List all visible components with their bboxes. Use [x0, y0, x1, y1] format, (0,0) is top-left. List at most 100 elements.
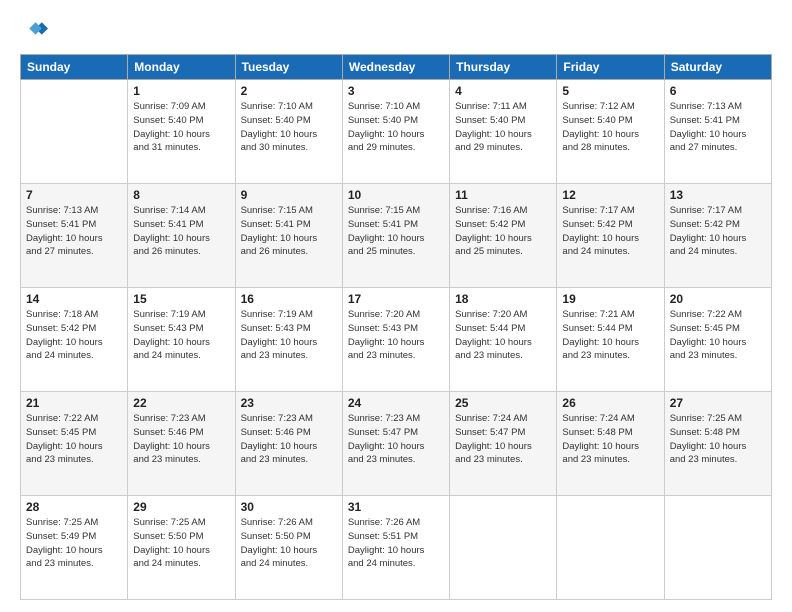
calendar-cell: 16Sunrise: 7:19 AM Sunset: 5:43 PM Dayli…: [235, 288, 342, 392]
day-info: Sunrise: 7:20 AM Sunset: 5:43 PM Dayligh…: [348, 308, 444, 363]
calendar-week-row: 1 Sunrise: 7:09 AM Sunset: 5:40 PM Daylig…: [21, 80, 772, 184]
day-info: Sunrise: 7:25 AM Sunset: 5:48 PM Dayligh…: [670, 412, 766, 467]
calendar-cell: 25Sunrise: 7:24 AM Sunset: 5:47 PM Dayli…: [450, 392, 557, 496]
day-info: Sunrise: 7:17 AM Sunset: 5:42 PM Dayligh…: [670, 204, 766, 259]
calendar-cell: 31Sunrise: 7:26 AM Sunset: 5:51 PM Dayli…: [342, 496, 449, 600]
day-number: 27: [670, 396, 766, 410]
calendar-header-row: SundayMondayTuesdayWednesdayThursdayFrid…: [21, 55, 772, 80]
day-number: 24: [348, 396, 444, 410]
calendar-cell: 22 Sunrise: 7:23 AM Sunset: 5:46 PM Dayli…: [128, 392, 235, 496]
calendar-day-header: Monday: [128, 55, 235, 80]
calendar-cell: 11 Sunrise: 7:16 AM Sunset: 5:42 PM Dayli…: [450, 184, 557, 288]
day-info: Sunrise: 7:13 AM Sunset: 5:41 PM Dayligh…: [26, 204, 122, 259]
calendar-cell: 30 Sunrise: 7:26 AM Sunset: 5:50 PM Dayli…: [235, 496, 342, 600]
day-info: Sunrise: 7:13 AM Sunset: 5:41 PM Dayligh…: [670, 100, 766, 155]
calendar-cell: [450, 496, 557, 600]
day-info: Sunrise: 7:24 AM Sunset: 5:48 PM Dayligh…: [562, 412, 658, 467]
calendar-cell: 1 Sunrise: 7:09 AM Sunset: 5:40 PM Daylig…: [128, 80, 235, 184]
day-number: 18: [455, 292, 551, 306]
calendar-cell: 5 Sunrise: 7:12 AM Sunset: 5:40 PM Daylig…: [557, 80, 664, 184]
calendar-day-header: Saturday: [664, 55, 771, 80]
calendar-week-row: 21 Sunrise: 7:22 AM Sunset: 5:45 PM Dayli…: [21, 392, 772, 496]
calendar-cell: [21, 80, 128, 184]
calendar-week-row: 28 Sunrise: 7:25 AM Sunset: 5:49 PM Dayli…: [21, 496, 772, 600]
day-number: 3: [348, 84, 444, 98]
day-info: Sunrise: 7:14 AM Sunset: 5:41 PM Dayligh…: [133, 204, 229, 259]
day-number: 28: [26, 500, 122, 514]
calendar-table: SundayMondayTuesdayWednesdayThursdayFrid…: [20, 54, 772, 600]
calendar-cell: 24 Sunrise: 7:23 AM Sunset: 5:47 PM Dayli…: [342, 392, 449, 496]
calendar-cell: 10 Sunrise: 7:15 AM Sunset: 5:41 PM Dayli…: [342, 184, 449, 288]
day-number: 26: [562, 396, 658, 410]
day-number: 8: [133, 188, 229, 202]
calendar-day-header: Sunday: [21, 55, 128, 80]
calendar-day-header: Friday: [557, 55, 664, 80]
calendar-day-header: Wednesday: [342, 55, 449, 80]
day-info: Sunrise: 7:15 AM Sunset: 5:41 PM Dayligh…: [241, 204, 337, 259]
day-number: 25: [455, 396, 551, 410]
day-info: Sunrise: 7:15 AM Sunset: 5:41 PM Dayligh…: [348, 204, 444, 259]
day-number: 10: [348, 188, 444, 202]
day-info: Sunrise: 7:22 AM Sunset: 5:45 PM Dayligh…: [670, 308, 766, 363]
calendar-week-row: 7 Sunrise: 7:13 AM Sunset: 5:41 PM Daylig…: [21, 184, 772, 288]
day-number: 7: [26, 188, 122, 202]
day-info: Sunrise: 7:16 AM Sunset: 5:42 PM Dayligh…: [455, 204, 551, 259]
calendar-cell: 27 Sunrise: 7:25 AM Sunset: 5:48 PM Dayli…: [664, 392, 771, 496]
calendar-cell: 18 Sunrise: 7:20 AM Sunset: 5:44 PM Dayli…: [450, 288, 557, 392]
day-info: Sunrise: 7:25 AM Sunset: 5:50 PM Dayligh…: [133, 516, 229, 571]
day-number: 14: [26, 292, 122, 306]
day-number: 19: [562, 292, 658, 306]
day-info: Sunrise: 7:22 AM Sunset: 5:45 PM Dayligh…: [26, 412, 122, 467]
day-number: 23: [241, 396, 337, 410]
calendar-cell: [664, 496, 771, 600]
day-info: Sunrise: 7:09 AM Sunset: 5:40 PM Dayligh…: [133, 100, 229, 155]
day-number: 11: [455, 188, 551, 202]
calendar-cell: 28 Sunrise: 7:25 AM Sunset: 5:49 PM Dayli…: [21, 496, 128, 600]
day-number: 20: [670, 292, 766, 306]
day-number: 1: [133, 84, 229, 98]
header: [20, 16, 772, 44]
day-number: 13: [670, 188, 766, 202]
day-info: Sunrise: 7:23 AM Sunset: 5:47 PM Dayligh…: [348, 412, 444, 467]
day-info: Sunrise: 7:26 AM Sunset: 5:50 PM Dayligh…: [241, 516, 337, 571]
calendar-cell: 21 Sunrise: 7:22 AM Sunset: 5:45 PM Dayli…: [21, 392, 128, 496]
calendar-cell: [557, 496, 664, 600]
calendar-cell: 14Sunrise: 7:18 AM Sunset: 5:42 PM Dayli…: [21, 288, 128, 392]
calendar-cell: 6 Sunrise: 7:13 AM Sunset: 5:41 PM Daylig…: [664, 80, 771, 184]
day-number: 30: [241, 500, 337, 514]
calendar-cell: 17Sunrise: 7:20 AM Sunset: 5:43 PM Dayli…: [342, 288, 449, 392]
calendar-cell: 19Sunrise: 7:21 AM Sunset: 5:44 PM Dayli…: [557, 288, 664, 392]
day-info: Sunrise: 7:20 AM Sunset: 5:44 PM Dayligh…: [455, 308, 551, 363]
day-info: Sunrise: 7:17 AM Sunset: 5:42 PM Dayligh…: [562, 204, 658, 259]
calendar-cell: 20 Sunrise: 7:22 AM Sunset: 5:45 PM Dayli…: [664, 288, 771, 392]
calendar-cell: 2Sunrise: 7:10 AM Sunset: 5:40 PM Daylig…: [235, 80, 342, 184]
day-number: 16: [241, 292, 337, 306]
calendar-cell: 15Sunrise: 7:19 AM Sunset: 5:43 PM Dayli…: [128, 288, 235, 392]
calendar-cell: 7 Sunrise: 7:13 AM Sunset: 5:41 PM Daylig…: [21, 184, 128, 288]
page: SundayMondayTuesdayWednesdayThursdayFrid…: [0, 0, 792, 612]
day-number: 21: [26, 396, 122, 410]
day-number: 6: [670, 84, 766, 98]
calendar-cell: 26 Sunrise: 7:24 AM Sunset: 5:48 PM Dayli…: [557, 392, 664, 496]
day-number: 4: [455, 84, 551, 98]
calendar-day-header: Tuesday: [235, 55, 342, 80]
day-info: Sunrise: 7:23 AM Sunset: 5:46 PM Dayligh…: [241, 412, 337, 467]
day-info: Sunrise: 7:25 AM Sunset: 5:49 PM Dayligh…: [26, 516, 122, 571]
calendar-cell: 23 Sunrise: 7:23 AM Sunset: 5:46 PM Dayli…: [235, 392, 342, 496]
day-info: Sunrise: 7:12 AM Sunset: 5:40 PM Dayligh…: [562, 100, 658, 155]
day-info: Sunrise: 7:10 AM Sunset: 5:40 PM Dayligh…: [348, 100, 444, 155]
logo: [20, 16, 52, 44]
day-info: Sunrise: 7:23 AM Sunset: 5:46 PM Dayligh…: [133, 412, 229, 467]
day-number: 5: [562, 84, 658, 98]
day-number: 22: [133, 396, 229, 410]
day-number: 12: [562, 188, 658, 202]
calendar-cell: 12 Sunrise: 7:17 AM Sunset: 5:42 PM Dayli…: [557, 184, 664, 288]
calendar-cell: 9 Sunrise: 7:15 AM Sunset: 5:41 PM Daylig…: [235, 184, 342, 288]
calendar-cell: 29Sunrise: 7:25 AM Sunset: 5:50 PM Dayli…: [128, 496, 235, 600]
day-number: 31: [348, 500, 444, 514]
calendar-cell: 8 Sunrise: 7:14 AM Sunset: 5:41 PM Daylig…: [128, 184, 235, 288]
day-number: 15: [133, 292, 229, 306]
calendar-cell: 4Sunrise: 7:11 AM Sunset: 5:40 PM Daylig…: [450, 80, 557, 184]
day-number: 9: [241, 188, 337, 202]
calendar-week-row: 14Sunrise: 7:18 AM Sunset: 5:42 PM Dayli…: [21, 288, 772, 392]
